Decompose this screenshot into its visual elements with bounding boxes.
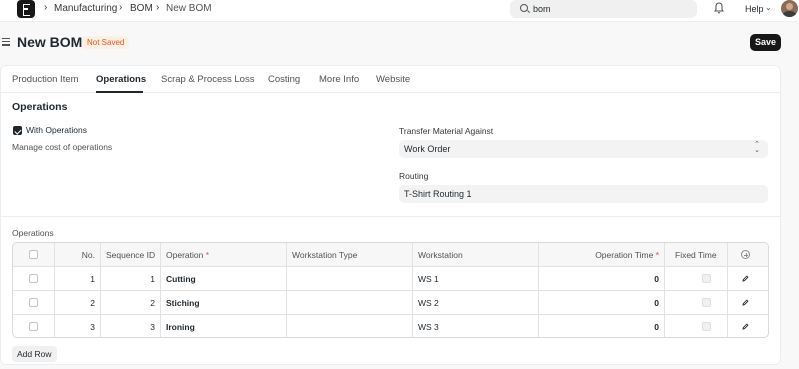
transfer-material-label: Transfer Material Against bbox=[399, 126, 494, 136]
cell-edit bbox=[728, 291, 768, 314]
tab-operations[interactable]: Operations bbox=[96, 74, 146, 85]
select-arrows-icon: ⌃ ⌄ bbox=[754, 141, 760, 154]
with-operations-checkbox[interactable] bbox=[13, 126, 22, 135]
header-settings bbox=[728, 243, 768, 266]
cell-sequence-id[interactable]: 2 bbox=[101, 291, 161, 314]
header-operation-time: Operation Time * bbox=[539, 243, 665, 266]
cell-no: 3 bbox=[55, 315, 101, 337]
form-card: Production Item Operations Scrap & Proce… bbox=[0, 65, 781, 365]
cell-sequence-id[interactable]: 1 bbox=[101, 267, 161, 290]
transfer-material-value: Work Order bbox=[404, 144, 451, 154]
breadcrumb-manufacturing[interactable]: Manufacturing bbox=[54, 3, 117, 14]
cell-operation[interactable]: Cutting bbox=[161, 267, 287, 290]
section-title: Operations bbox=[12, 101, 68, 113]
edit-pencil-icon[interactable] bbox=[742, 299, 749, 306]
user-avatar[interactable] bbox=[781, 0, 798, 17]
row-select bbox=[13, 267, 55, 290]
fixed-time-checkbox[interactable] bbox=[702, 298, 711, 307]
tab-costing[interactable]: Costing bbox=[268, 74, 300, 85]
chevron-down-icon[interactable]: ⌄ bbox=[765, 3, 772, 12]
chevron-right-icon: › bbox=[44, 2, 48, 13]
tab-website[interactable]: Website bbox=[376, 74, 410, 85]
breadcrumb-new-bom[interactable]: New BOM bbox=[166, 3, 212, 14]
tab-scrap-process-loss[interactable]: Scrap & Process Loss bbox=[161, 74, 254, 85]
chevron-right-icon: › bbox=[119, 2, 123, 13]
search-bar[interactable]: bom bbox=[510, 0, 697, 18]
header-operation: Operation * bbox=[161, 243, 287, 266]
fixed-time-checkbox[interactable] bbox=[702, 322, 711, 331]
table-row[interactable]: 3 3 Ironing WS 3 0 bbox=[13, 315, 768, 337]
select-all-checkbox[interactable] bbox=[29, 250, 38, 259]
tab-production-item[interactable]: Production Item bbox=[12, 74, 79, 85]
add-row-button[interactable]: Add Row bbox=[12, 346, 57, 362]
row-select bbox=[13, 315, 55, 337]
header-workstation-type: Workstation Type bbox=[287, 243, 413, 266]
cell-no: 1 bbox=[55, 267, 101, 290]
active-tab-indicator bbox=[96, 91, 143, 93]
routing-field[interactable]: T-Shirt Routing 1 bbox=[399, 185, 768, 203]
header-select-all bbox=[13, 243, 55, 266]
save-button[interactable]: Save bbox=[750, 34, 781, 51]
cell-no: 2 bbox=[55, 291, 101, 314]
app-logo[interactable] bbox=[17, 0, 35, 18]
edit-pencil-icon[interactable] bbox=[742, 275, 749, 282]
cell-operation-time[interactable]: 0 bbox=[539, 291, 665, 314]
cell-workstation[interactable]: WS 2 bbox=[413, 291, 539, 314]
header-no: No. bbox=[55, 243, 101, 266]
header-fixed-time: Fixed Time bbox=[665, 243, 728, 266]
page-title: New BOM bbox=[17, 34, 83, 50]
form-tabs: Production Item Operations Scrap & Proce… bbox=[1, 66, 780, 93]
help-menu[interactable]: Help bbox=[745, 4, 764, 14]
row-select bbox=[13, 291, 55, 314]
table-row[interactable]: 1 1 Cutting WS 1 0 bbox=[13, 267, 768, 291]
operations-grid-label: Operations bbox=[12, 228, 54, 238]
sidebar-toggle-icon[interactable] bbox=[2, 38, 10, 48]
cell-operation-time[interactable]: 0 bbox=[539, 267, 665, 290]
with-operations-help: Manage cost of operations bbox=[12, 142, 113, 152]
notification-bell-icon[interactable] bbox=[714, 2, 724, 14]
section-divider bbox=[1, 216, 780, 217]
search-icon bbox=[520, 4, 528, 12]
cell-fixed-time bbox=[665, 315, 728, 337]
cell-workstation-type[interactable] bbox=[287, 291, 413, 314]
cell-operation-time[interactable]: 0 bbox=[539, 315, 665, 337]
cell-edit bbox=[728, 315, 768, 337]
add-column-icon[interactable] bbox=[741, 250, 750, 259]
cell-workstation[interactable]: WS 3 bbox=[413, 315, 539, 337]
edit-pencil-icon[interactable] bbox=[742, 323, 749, 330]
table-header-row: No. Sequence ID Operation * Workstation … bbox=[13, 243, 768, 267]
fixed-time-checkbox[interactable] bbox=[702, 274, 711, 283]
operations-table: No. Sequence ID Operation * Workstation … bbox=[12, 242, 769, 338]
row-checkbox[interactable] bbox=[29, 274, 38, 283]
with-operations-label: With Operations bbox=[26, 125, 87, 135]
transfer-material-select[interactable]: Work Order ⌃ ⌄ bbox=[399, 140, 768, 158]
cell-workstation[interactable]: WS 1 bbox=[413, 267, 539, 290]
routing-value: T-Shirt Routing 1 bbox=[404, 189, 472, 199]
cell-workstation-type[interactable] bbox=[287, 267, 413, 290]
cell-fixed-time bbox=[665, 291, 728, 314]
chevron-right-icon: › bbox=[156, 2, 160, 13]
cell-sequence-id[interactable]: 3 bbox=[101, 315, 161, 337]
status-badge: Not Saved bbox=[82, 36, 130, 49]
row-checkbox[interactable] bbox=[29, 322, 38, 331]
header-sequence-id: Sequence ID bbox=[101, 243, 161, 266]
cell-workstation-type[interactable] bbox=[287, 315, 413, 337]
cell-operation[interactable]: Stiching bbox=[161, 291, 287, 314]
cell-fixed-time bbox=[665, 267, 728, 290]
routing-label: Routing bbox=[399, 171, 429, 181]
cell-operation[interactable]: Ironing bbox=[161, 315, 287, 337]
cell-edit bbox=[728, 267, 768, 290]
row-checkbox[interactable] bbox=[29, 298, 38, 307]
search-input[interactable]: bom bbox=[533, 4, 551, 14]
table-row[interactable]: 2 2 Stiching WS 2 0 bbox=[13, 291, 768, 315]
navbar: › Manufacturing › BOM › New BOM bom Help… bbox=[0, 0, 799, 22]
header-workstation: Workstation bbox=[413, 243, 539, 266]
tab-more-info[interactable]: More Info bbox=[319, 74, 359, 85]
breadcrumb-bom[interactable]: BOM bbox=[130, 3, 153, 14]
